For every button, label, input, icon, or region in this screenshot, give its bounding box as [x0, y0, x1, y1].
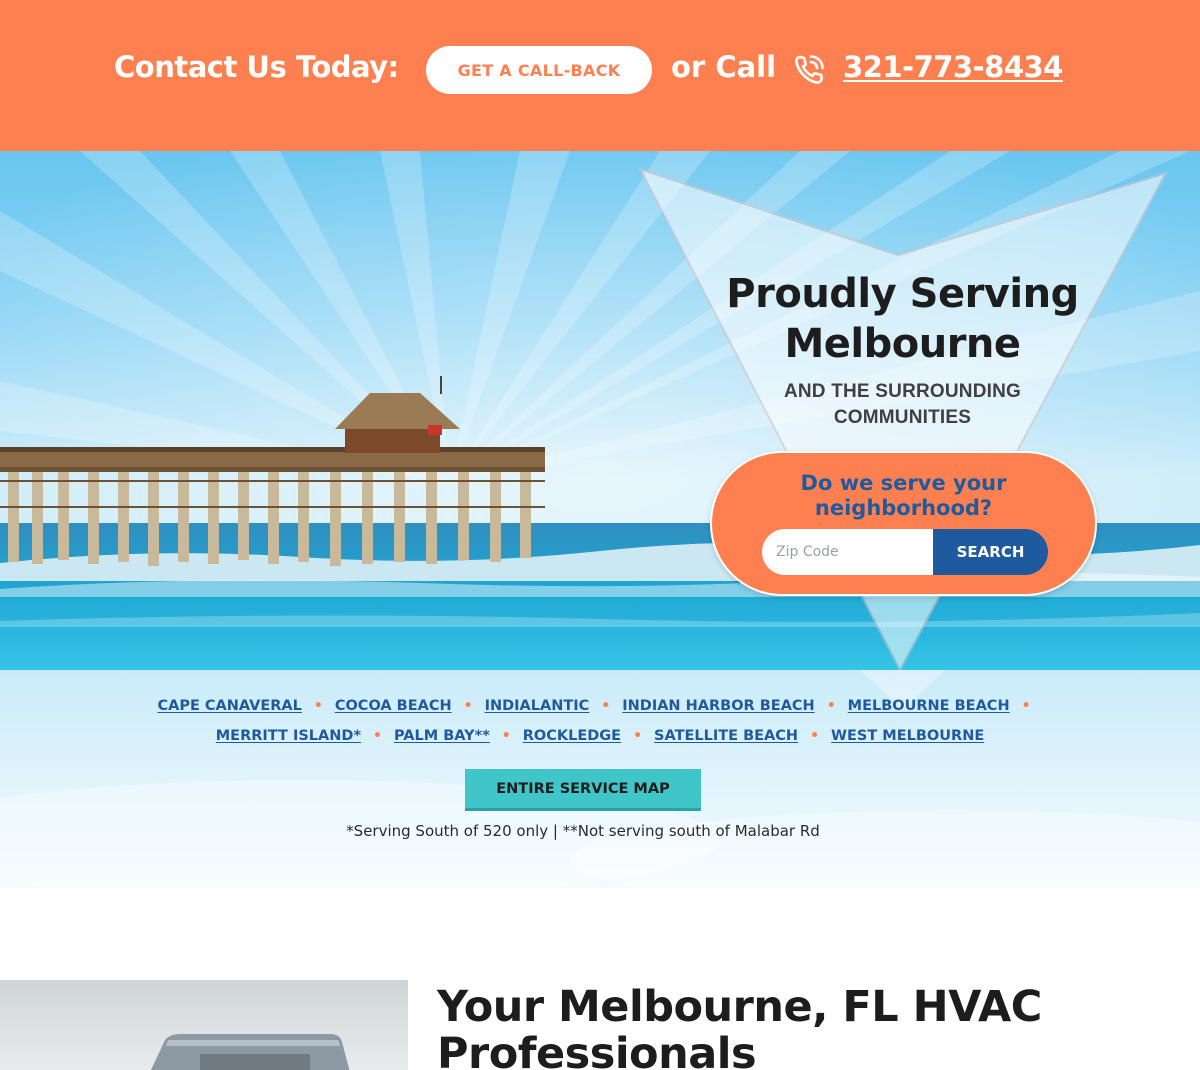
zip-question: Do we serve your neighborhood?	[712, 471, 1095, 521]
zip-code-input[interactable]	[762, 529, 936, 575]
community-link[interactable]: MERRITT ISLAND*	[216, 728, 361, 744]
community-separator: •	[1021, 698, 1031, 714]
zip-question-text: Do we serve your neighborhood?	[800, 471, 1007, 520]
community-separator: •	[463, 698, 473, 714]
community-separator: •	[826, 698, 836, 714]
community-separator: •	[633, 728, 643, 744]
hvac-unit-photo	[0, 980, 408, 1070]
community-link[interactable]: CAPE CANAVERAL	[157, 698, 301, 714]
communities-section: CAPE CANAVERAL • COCOA BEACH • INDIALANTIC • I…	[0, 670, 1200, 888]
service-area-note: *Serving South of 520 only | **Not servi…	[346, 822, 820, 840]
community-link[interactable]: SATELLITE BEACH	[654, 728, 798, 744]
community-link[interactable]: INDIALANTIC	[485, 698, 590, 714]
phone-ringing-icon	[795, 55, 824, 84]
community-separator: •	[373, 728, 382, 744]
entire-service-map-button[interactable]: ENTIRE SERVICE MAP	[465, 769, 701, 811]
community-link[interactable]: COCOA BEACH	[335, 698, 452, 714]
hero-title: Proudly Serving Melbourne	[700, 269, 1105, 369]
contact-bar: Contact Us Today: GET A CALL-BACK or Cal…	[0, 0, 1200, 151]
section-title: Your Melbourne, FL HVAC Professionals	[437, 982, 1042, 1070]
community-link[interactable]: ROCKLEDGE	[523, 728, 621, 744]
hvac-intro-section: Your Melbourne, FL HVAC Professionals	[0, 888, 1200, 1070]
community-link[interactable]: INDIAN HARBOR BEACH	[622, 698, 814, 714]
zip-search-button[interactable]: SEARCH	[933, 529, 1048, 575]
hero-title-line-2: Melbourne	[784, 321, 1021, 367]
hero-section: Proudly Serving Melbourne AND THE SURROU…	[0, 151, 1200, 670]
hero-title-line-1: Proudly Serving	[726, 271, 1079, 317]
or-call-label: or Call	[671, 50, 777, 84]
get-call-back-button[interactable]: GET A CALL-BACK	[426, 46, 652, 94]
communities-row-2: MERRITT ISLAND* • PALM BAY** • ROCKLEDGE • SAT…	[0, 728, 1200, 744]
community-link[interactable]: MELBOURNE BEACH	[848, 698, 1010, 714]
contact-title: Contact Us Today:	[114, 50, 399, 84]
community-separator: •	[501, 728, 511, 744]
community-link[interactable]: WEST MELBOURNE	[831, 728, 984, 744]
community-separator: •	[601, 698, 611, 714]
community-link[interactable]: PALM BAY**	[394, 728, 490, 744]
community-separator: •	[313, 698, 323, 714]
hero-subtitle: AND THE SURROUNDING COMMUNITIES	[783, 381, 1022, 428]
zip-search-card: Do we serve your neighborhood? SEARCH	[710, 451, 1097, 596]
phone-number-link[interactable]: 321-773-8434	[843, 50, 1063, 84]
community-separator: •	[810, 728, 820, 744]
communities-row-1: CAPE CANAVERAL • COCOA BEACH • INDIALANTIC • I…	[0, 698, 1200, 714]
